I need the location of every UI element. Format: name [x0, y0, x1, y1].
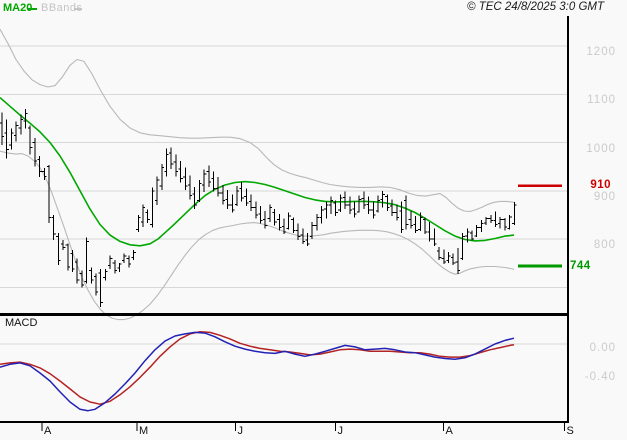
level-label-744: 744 — [570, 259, 591, 272]
price-tick-label: 900 — [593, 190, 616, 203]
price-tick-label: 800 — [593, 239, 616, 251]
copyright-timestamp: © TEC 24/8/2025 3:0 GMT — [467, 1, 604, 13]
gridlines — [0, 45, 567, 345]
month-label: J — [237, 425, 244, 437]
month-label: A — [445, 425, 453, 437]
price-tick-label: 1000 — [586, 142, 616, 155]
macd-tick-label: 0.00 — [589, 341, 616, 354]
macd-pane-label: MACD — [5, 317, 38, 329]
month-label: M — [139, 425, 149, 437]
price-bars — [0, 109, 517, 308]
stock-chart-window: MA20 BBands © TEC 24/8/2025 3:0 GMT MACD… — [0, 0, 627, 440]
month-label: S — [566, 425, 574, 437]
ma20-line-swatch-icon — [27, 8, 37, 10]
price-levels — [518, 184, 562, 268]
chart-canvas — [0, 16, 569, 431]
macd-tick-label: -0.40 — [584, 370, 616, 383]
month-label: A — [44, 425, 52, 437]
level-label-910: 910 — [590, 179, 611, 192]
month-label: J — [337, 425, 344, 437]
bbands-line-swatch-icon — [74, 8, 82, 10]
price-tick-label: 1100 — [587, 94, 616, 107]
price-tick-label: 1200 — [586, 46, 616, 58]
